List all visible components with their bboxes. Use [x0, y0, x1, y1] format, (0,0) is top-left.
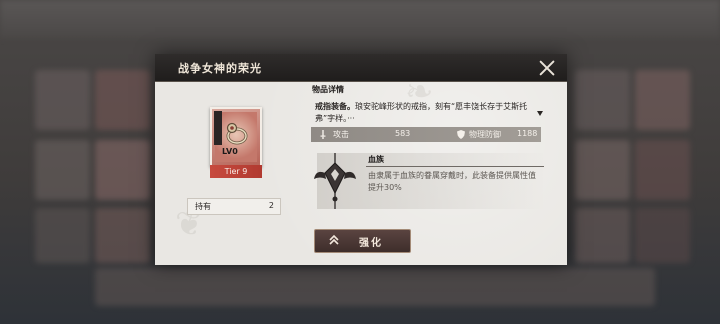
background-tile: [575, 140, 630, 200]
bloodline-title: 血族: [368, 155, 384, 164]
attack-value: 583: [395, 129, 411, 138]
bloodline-description: 由隶属于血族的眷属穿戴时，此装备提供属性值提升30%: [368, 171, 536, 192]
background-tile: [35, 140, 90, 200]
background-tile: [635, 208, 690, 263]
item-description-type: 戒指装备。: [315, 102, 355, 111]
background-top-bar: [0, 0, 720, 38]
background-tile: [635, 140, 690, 200]
expand-description-icon[interactable]: [537, 111, 543, 116]
background-tile: [635, 70, 690, 130]
item-description: 戒指装备。琅安驼峰形状的戒指，刻有“愿丰饶长存于艾斯托弗”字样。···: [315, 101, 532, 125]
background-tile: [95, 70, 150, 130]
enhance-button-label: 强化: [359, 238, 383, 249]
dialog-title: 战争女神的荣光: [178, 62, 262, 75]
item-tier-label: Tier 9: [210, 165, 262, 178]
dialog-header: 战争女神的荣光: [155, 54, 567, 82]
shield-icon: [457, 130, 465, 139]
sword-icon: [320, 130, 326, 139]
background-tile: [95, 208, 150, 263]
double-chevron-up-icon: [329, 234, 339, 245]
bloodline-divider: [366, 166, 544, 167]
item-detail-dialog: ❧ ❦ 战争女神的荣光 LV0 Tier 9 持有 2 物品详情 戒指装备。琅安…: [155, 54, 567, 265]
item-details-title: 物品详情: [312, 85, 344, 94]
stats-bar: 攻击 583 物理防御 1188: [311, 127, 541, 142]
background-tile: [35, 70, 90, 130]
item-level-badge: LV0: [222, 147, 238, 156]
physical-defense-label: 物理防御: [469, 130, 501, 139]
item-icon-frame[interactable]: LV0: [210, 107, 262, 167]
background-tile: [35, 208, 90, 263]
background-tile: [575, 70, 630, 130]
bloodline-emblem-icon: [314, 153, 356, 209]
physical-defense-value: 1188: [517, 129, 538, 138]
attack-label: 攻击: [333, 130, 349, 139]
owned-label: 持有: [195, 202, 211, 211]
background-tile: [575, 208, 630, 263]
ring-icon: [226, 122, 248, 145]
owned-count-box: 持有 2: [187, 198, 281, 215]
enhance-button[interactable]: 强化: [314, 229, 411, 253]
owned-count: 2: [268, 201, 274, 210]
close-icon[interactable]: [538, 59, 556, 77]
background-bottom-strip: [95, 268, 655, 306]
background-tile: [95, 140, 150, 200]
